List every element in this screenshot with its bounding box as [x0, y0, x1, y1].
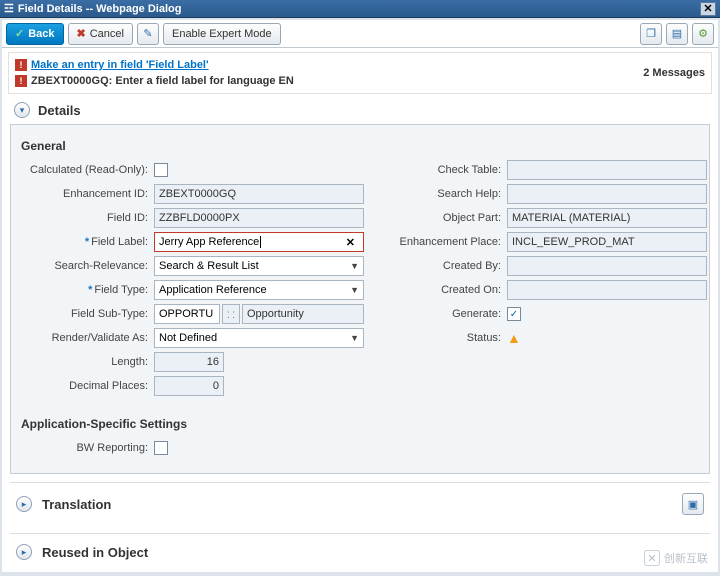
expert-label: Enable Expert Mode — [172, 28, 272, 40]
caret-icon — [260, 236, 261, 248]
app-icon: ☲ — [4, 2, 14, 15]
chevron-down-icon: ▼ — [350, 261, 359, 271]
edit-icon-button[interactable]: ✎ — [137, 23, 159, 45]
input-created-on — [507, 280, 707, 300]
select-search-rel[interactable]: Search & Result List▼ — [154, 256, 364, 276]
select-field-type[interactable]: Application Reference▼ — [154, 280, 364, 300]
input-subtype-long — [242, 304, 364, 324]
message-bar: ! Make an entry in field 'Field Label' !… — [8, 52, 712, 94]
input-length — [154, 352, 224, 372]
enable-expert-mode-button[interactable]: Enable Expert Mode — [163, 23, 281, 45]
pencil-icon: ✎ — [143, 27, 152, 40]
print-icon[interactable]: ▤ — [666, 23, 688, 45]
back-label: Back — [28, 28, 54, 40]
section-header-translation: ▸ Translation ▣ — [10, 482, 710, 525]
window-title: Field Details -- Webpage Dialog — [18, 3, 182, 15]
section-title: Translation — [42, 497, 111, 512]
toolbar: ✓ Back ✖ Cancel ✎ Enable Expert Mode ❐ ▤… — [2, 20, 718, 48]
back-to-top-icon[interactable]: ▣ — [682, 493, 704, 515]
section-header-reused: ▸ Reused in Object — [10, 533, 710, 570]
error-icon: ! — [15, 59, 27, 71]
label-status: Status: — [372, 332, 507, 344]
input-check-table — [507, 160, 707, 180]
expand-icon[interactable]: ▸ — [16, 496, 32, 512]
label-search-help: Search Help: — [372, 188, 507, 200]
input-created-by — [507, 256, 707, 276]
expand-icon[interactable]: ▸ — [16, 544, 32, 560]
back-button[interactable]: ✓ Back — [6, 23, 64, 45]
group-title-general: General — [19, 131, 701, 157]
label-length: Length: — [19, 356, 154, 368]
select-render-as[interactable]: Not Defined▼ — [154, 328, 364, 348]
label-created-by: Created By: — [372, 260, 507, 272]
check-icon: ✓ — [15, 27, 24, 40]
label-field-label: *Field Label: — [19, 236, 154, 248]
label-bw-report: BW Reporting: — [19, 442, 154, 454]
warning-icon: ▲ — [507, 330, 521, 346]
f4-help-icon[interactable]: ⸬ — [222, 304, 240, 324]
label-enh-id: Enhancement ID: — [19, 188, 154, 200]
message-link[interactable]: Make an entry in field 'Field Label' — [31, 57, 209, 73]
group-title-app-specific: Application-Specific Settings — [19, 409, 701, 435]
input-field-label-value: Jerry App Reference — [159, 236, 259, 248]
error-icon: ! — [15, 75, 27, 87]
window-titlebar: ☲ Field Details -- Webpage Dialog ✕ — [0, 0, 720, 18]
personalize-icon[interactable]: ⚙ — [692, 23, 714, 45]
clear-icon[interactable]: ✕ — [342, 236, 359, 249]
label-render-as: Render/Validate As: — [19, 332, 154, 344]
label-field-type: *Field Type: — [19, 284, 154, 296]
message-count: 2 Messages — [643, 67, 705, 79]
label-decimals: Decimal Places: — [19, 380, 154, 392]
label-enh-place: Enhancement Place: — [372, 236, 507, 248]
cancel-label: Cancel — [90, 28, 124, 40]
collapse-icon[interactable]: ▾ — [14, 102, 30, 118]
message-row: ! Make an entry in field 'Field Label' — [15, 57, 643, 73]
cancel-icon: ✖ — [77, 27, 86, 40]
new-window-icon[interactable]: ❐ — [640, 23, 662, 45]
checkbox-bw-report[interactable] — [154, 441, 168, 455]
input-field-label-wrap[interactable]: Jerry App Reference ✕ — [154, 232, 364, 252]
input-decimals — [154, 376, 224, 396]
label-object-part: Object Part: — [372, 212, 507, 224]
input-enh-place — [507, 232, 707, 252]
section-title: Details — [38, 103, 81, 118]
cancel-button[interactable]: ✖ Cancel — [68, 23, 133, 45]
label-generate: Generate: — [372, 308, 507, 320]
label-check-table: Check Table: — [372, 164, 507, 176]
label-search-rel: Search-Relevance: — [19, 260, 154, 272]
checkbox-calc-ro[interactable] — [154, 163, 168, 177]
input-object-part — [507, 208, 707, 228]
input-field-id — [154, 208, 364, 228]
label-created-on: Created On: — [372, 284, 507, 296]
chevron-down-icon: ▼ — [350, 285, 359, 295]
label-field-id: Field ID: — [19, 212, 154, 224]
checkbox-generate[interactable]: ✓ — [507, 307, 521, 321]
input-enh-id — [154, 184, 364, 204]
message-row: ! ZBEXT0000GQ: Enter a field label for l… — [15, 73, 643, 89]
close-icon[interactable]: ✕ — [700, 2, 716, 16]
details-panel: General Calculated (Read-Only): Enhancem… — [10, 124, 710, 474]
section-title: Reused in Object — [42, 545, 148, 560]
label-calc-ro: Calculated (Read-Only): — [19, 164, 154, 176]
label-field-subtype: Field Sub-Type: — [19, 308, 154, 320]
input-search-help — [507, 184, 707, 204]
message-text: ZBEXT0000GQ: Enter a field label for lan… — [31, 73, 294, 89]
section-header-details: ▾ Details — [10, 94, 710, 124]
input-subtype-short[interactable] — [154, 304, 220, 324]
chevron-down-icon: ▼ — [350, 333, 359, 343]
